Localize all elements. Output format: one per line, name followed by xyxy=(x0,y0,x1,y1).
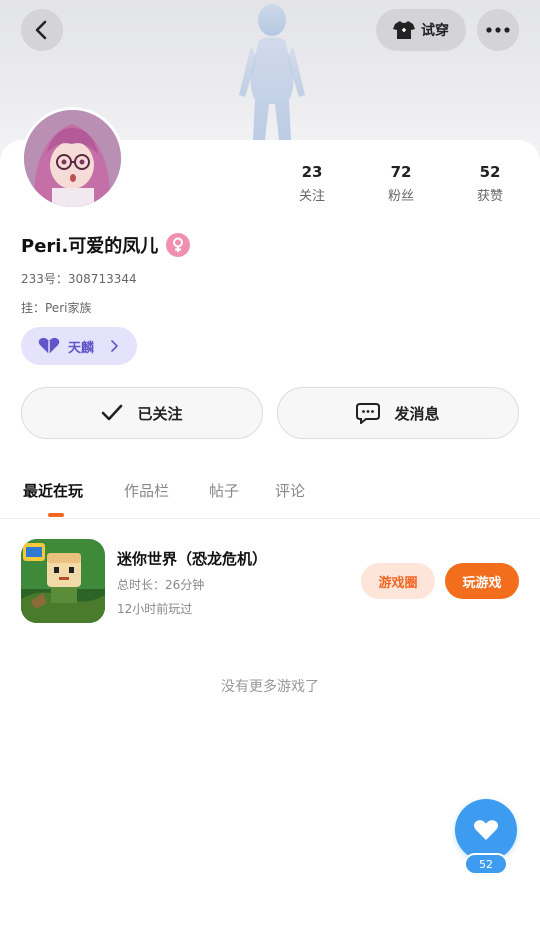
more-button[interactable] xyxy=(477,9,519,51)
heart-icon xyxy=(474,820,498,840)
followed-button[interactable]: 已关注 xyxy=(21,387,263,439)
tab-recent-games[interactable]: 最近在玩 xyxy=(23,480,83,501)
stat-value: 72 xyxy=(390,163,412,181)
stat-label: 获赞 xyxy=(476,189,503,204)
stat-label: 粉丝 xyxy=(387,189,414,204)
tab-bar: 最近在玩 作品栏 帖子 评论 xyxy=(0,476,540,518)
game-circle-button[interactable]: 游戏圈 xyxy=(361,563,435,599)
username-row: Peri.可爱的凤儿 xyxy=(21,232,191,258)
like-button[interactable] xyxy=(455,799,517,861)
try-on-button[interactable]: 试穿 xyxy=(376,9,466,51)
chevron-right-icon xyxy=(111,340,119,352)
no-more-text: 没有更多游戏了 xyxy=(221,679,319,695)
divider xyxy=(0,518,540,519)
avatar-3d-figure xyxy=(239,4,305,140)
more-dots-icon xyxy=(486,27,510,33)
list-item[interactable]: 迷你世界（恐龙危机） 总时长：26分钟 12小时前玩过 游戏圈 玩游戏 xyxy=(21,539,521,625)
avatar-image xyxy=(24,110,121,207)
game-icon-image xyxy=(21,539,105,623)
user-id: 233号：308713344 xyxy=(21,272,137,286)
chevron-left-icon xyxy=(35,20,47,40)
game-duration: 总时长：26分钟 xyxy=(117,578,205,592)
tab-works[interactable]: 作品栏 xyxy=(124,480,169,501)
username: Peri.可爱的凤儿 xyxy=(21,236,159,257)
clan-label: 挂：Peri家族 xyxy=(21,301,92,315)
try-on-label: 试穿 xyxy=(421,23,449,39)
tab-comments[interactable]: 评论 xyxy=(275,480,305,501)
game-last-played: 12小时前玩过 xyxy=(117,602,193,616)
checkmark-icon xyxy=(102,404,123,421)
play-game-button[interactable]: 玩游戏 xyxy=(445,563,519,599)
female-icon xyxy=(173,237,184,252)
level-label: 天麟 xyxy=(68,340,95,356)
heart-icon xyxy=(38,337,60,354)
stat-value: 52 xyxy=(479,163,501,181)
stat-following[interactable]: 23 关注 xyxy=(282,163,342,204)
stat-value: 23 xyxy=(301,163,323,181)
stat-label: 关注 xyxy=(298,189,325,204)
gender-badge xyxy=(166,233,191,257)
like-count-badge: 52 xyxy=(464,853,508,875)
stat-followers[interactable]: 72 粉丝 xyxy=(371,163,431,204)
level-badge[interactable]: 天麟 xyxy=(21,327,137,365)
game-icon[interactable] xyxy=(21,539,105,623)
message-label: 发消息 xyxy=(394,404,440,423)
message-button[interactable]: 发消息 xyxy=(277,387,519,439)
back-button[interactable] xyxy=(21,9,63,51)
tab-indicator xyxy=(48,513,64,517)
stats-row: 23 关注 72 粉丝 52 获赞 xyxy=(270,163,540,213)
followed-label: 已关注 xyxy=(137,404,183,423)
game-title: 迷你世界（恐龙危机） xyxy=(117,550,268,568)
tshirt-icon xyxy=(393,21,415,39)
profile-card xyxy=(0,140,540,929)
chat-bubble-icon xyxy=(356,403,381,424)
stat-likes[interactable]: 52 获赞 xyxy=(460,163,520,204)
avatar[interactable] xyxy=(21,107,124,210)
tab-posts[interactable]: 帖子 xyxy=(209,480,239,501)
